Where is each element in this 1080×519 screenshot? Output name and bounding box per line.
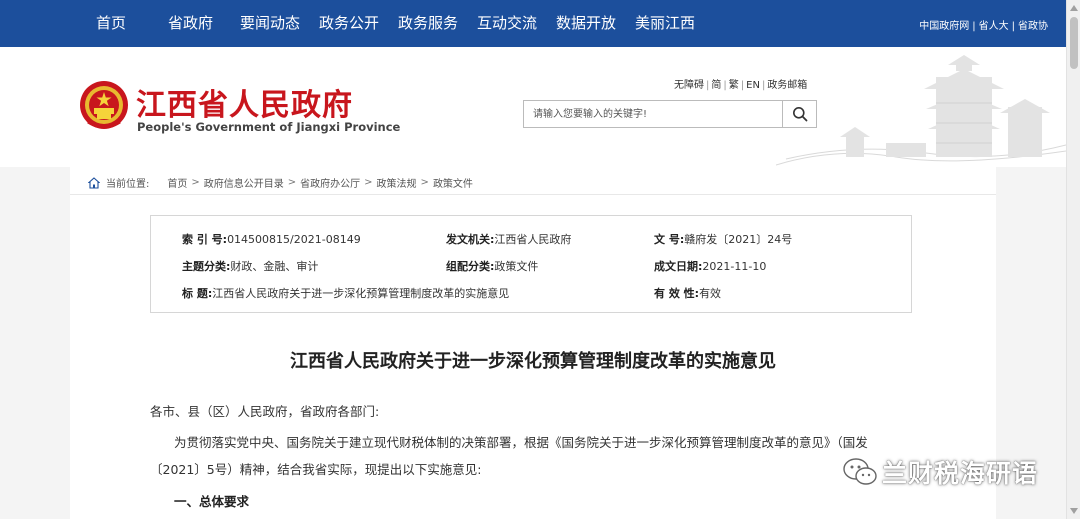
- meta-index-value: 014500815/2021-08149: [227, 233, 361, 246]
- separator: |: [706, 80, 710, 91]
- top-links: 中国政府网 | 省人大 | 省政协: [919, 17, 1048, 32]
- meta-topic: 主题分类:财政、金融、审计: [182, 258, 318, 274]
- meta-topic-label: 主题分类:: [182, 260, 231, 273]
- nav-item-provincial-government[interactable]: 省政府: [168, 14, 213, 32]
- search-input[interactable]: [524, 101, 782, 127]
- meta-category: 组配分类:政策文件: [446, 258, 538, 274]
- search-button[interactable]: [782, 101, 816, 127]
- link-government-mail[interactable]: 政务邮箱: [767, 80, 807, 91]
- meta-category-label: 组配分类:: [446, 260, 495, 273]
- link-traditional[interactable]: 繁: [729, 80, 739, 91]
- separator: |: [723, 80, 727, 91]
- scroll-up-arrow-icon[interactable]: [1067, 1, 1080, 15]
- separator: |: [972, 21, 976, 32]
- separator: |: [1011, 21, 1015, 32]
- breadcrumb-item-policy-documents[interactable]: 政策文件: [433, 175, 473, 190]
- document-title: 江西省人民政府关于进一步深化预算管理制度改革的实施意见: [290, 351, 776, 372]
- meta-issuer-value: 江西省人民政府: [494, 233, 572, 246]
- nav-item-interaction[interactable]: 互动交流: [477, 14, 537, 32]
- scroll-down-arrow-icon[interactable]: [1067, 504, 1080, 518]
- link-provincial-cppcc[interactable]: 省政协: [1018, 21, 1048, 32]
- divider: [70, 194, 996, 195]
- meta-docno-value: 赣府发〔2021〕24号: [684, 233, 793, 246]
- link-provincial-congress[interactable]: 省人大: [979, 21, 1009, 32]
- document-paragraph-line: 为贯彻落实党中央、国务院关于建立现代财税体制的决策部署，根据《国务院关于进一步深…: [174, 435, 868, 450]
- chevron-right-icon: >: [287, 177, 297, 188]
- top-nav-bar: 首页 省政府 要闻动态 政务公开 政务服务 互动交流 数据开放 美丽江西 中国政…: [0, 0, 1066, 47]
- chevron-right-icon: >: [420, 177, 429, 188]
- breadcrumb-item-general-office[interactable]: 省政府办公厅: [300, 175, 360, 190]
- nav-item-government-services[interactable]: 政务服务: [398, 14, 458, 32]
- home-icon: [88, 176, 100, 189]
- breadcrumb-item-policies-regulations[interactable]: 政策法规: [377, 175, 417, 190]
- wechat-icon: [843, 458, 877, 485]
- meta-issuer: 发文机关:江西省人民政府: [446, 231, 571, 247]
- search-box: [523, 100, 817, 128]
- document-metadata-table: 索 引 号:014500815/2021-08149 发文机关:江西省人民政府 …: [150, 215, 912, 313]
- watermark-text: 兰财税海研语: [882, 459, 1039, 488]
- meta-docno-label: 文 号:: [654, 233, 685, 246]
- meta-index: 索 引 号:014500815/2021-08149: [182, 231, 361, 247]
- section-heading: 一、总体要求: [174, 494, 250, 509]
- nav-item-news[interactable]: 要闻动态: [240, 14, 300, 32]
- breadcrumb-label: 当前位置:: [106, 179, 150, 190]
- breadcrumb-item-disclosure-catalog[interactable]: 政府信息公开目录: [204, 175, 284, 190]
- chevron-right-icon: >: [191, 177, 200, 188]
- browser-page: 首页 省政府 要闻动态 政务公开 政务服务 互动交流 数据开放 美丽江西 中国政…: [0, 0, 1080, 519]
- meta-validity-value: 有效: [699, 287, 722, 300]
- nav-item-beautiful-jiangxi[interactable]: 美丽江西: [635, 14, 695, 32]
- breadcrumb-item-home[interactable]: 首页: [167, 175, 187, 190]
- search-icon: [792, 107, 807, 122]
- national-emblem-logo: [80, 81, 128, 129]
- meta-title-label: 标 题:: [182, 287, 213, 300]
- meta-topic-value: 财政、金融、审计: [230, 260, 319, 273]
- link-china-government[interactable]: 中国政府网: [919, 21, 969, 32]
- document-salutation: 各市、县（区）人民政府，省政府各部门:: [150, 404, 380, 419]
- meta-validity-label: 有 效 性:: [654, 287, 700, 300]
- nav-item-open-data[interactable]: 数据开放: [556, 14, 616, 32]
- separator: |: [761, 80, 766, 91]
- meta-date-value: 2021-11-10: [702, 260, 767, 273]
- header-links: 无障碍 | 简 | 繁 | EN | 政务邮箱: [674, 76, 807, 91]
- nav-item-government-affairs-disclosure[interactable]: 政务公开: [319, 14, 379, 32]
- meta-title: 标 题:江西省人民政府关于进一步深化预算管理制度改革的实施意见: [182, 285, 509, 301]
- site-subtitle: People's Government of Jiangxi Province: [137, 120, 401, 134]
- meta-date: 成文日期:2021-11-10: [654, 258, 766, 274]
- scrollbar-thumb[interactable]: [1070, 17, 1078, 69]
- site-header: 江西省人民政府 People's Government of Jiangxi P…: [0, 47, 1066, 167]
- nav-item-home[interactable]: 首页: [96, 14, 126, 32]
- vertical-scrollbar[interactable]: [1066, 0, 1080, 519]
- site-title: 江西省人民政府: [136, 88, 353, 123]
- meta-date-label: 成文日期:: [654, 260, 703, 273]
- chevron-right-icon: >: [364, 177, 373, 188]
- wechat-watermark: 兰财税海研语: [842, 452, 1038, 492]
- meta-title-value: 江西省人民政府关于进一步深化预算管理制度改革的实施意见: [212, 287, 510, 300]
- meta-index-label: 索 引 号:: [182, 233, 228, 246]
- document-paragraph-line: 〔2021〕5号）精神，结合我省实际，现提出以下实施意见:: [150, 462, 482, 477]
- link-accessibility[interactable]: 无障碍: [674, 80, 704, 91]
- pavilion-skyline-image: [776, 55, 1066, 166]
- link-english[interactable]: EN: [746, 80, 760, 91]
- meta-category-value: 政策文件: [494, 260, 539, 273]
- meta-docno: 文 号:赣府发〔2021〕24号: [654, 231, 792, 247]
- breadcrumb: 当前位置: 首页 > 政府信息公开目录 > 省政府办公厅 > 政策法规 > 政策…: [88, 175, 473, 190]
- link-simplified[interactable]: 简: [711, 80, 721, 91]
- meta-validity: 有 效 性:有效: [654, 285, 721, 301]
- meta-issuer-label: 发文机关:: [446, 233, 495, 246]
- separator: |: [740, 80, 745, 91]
